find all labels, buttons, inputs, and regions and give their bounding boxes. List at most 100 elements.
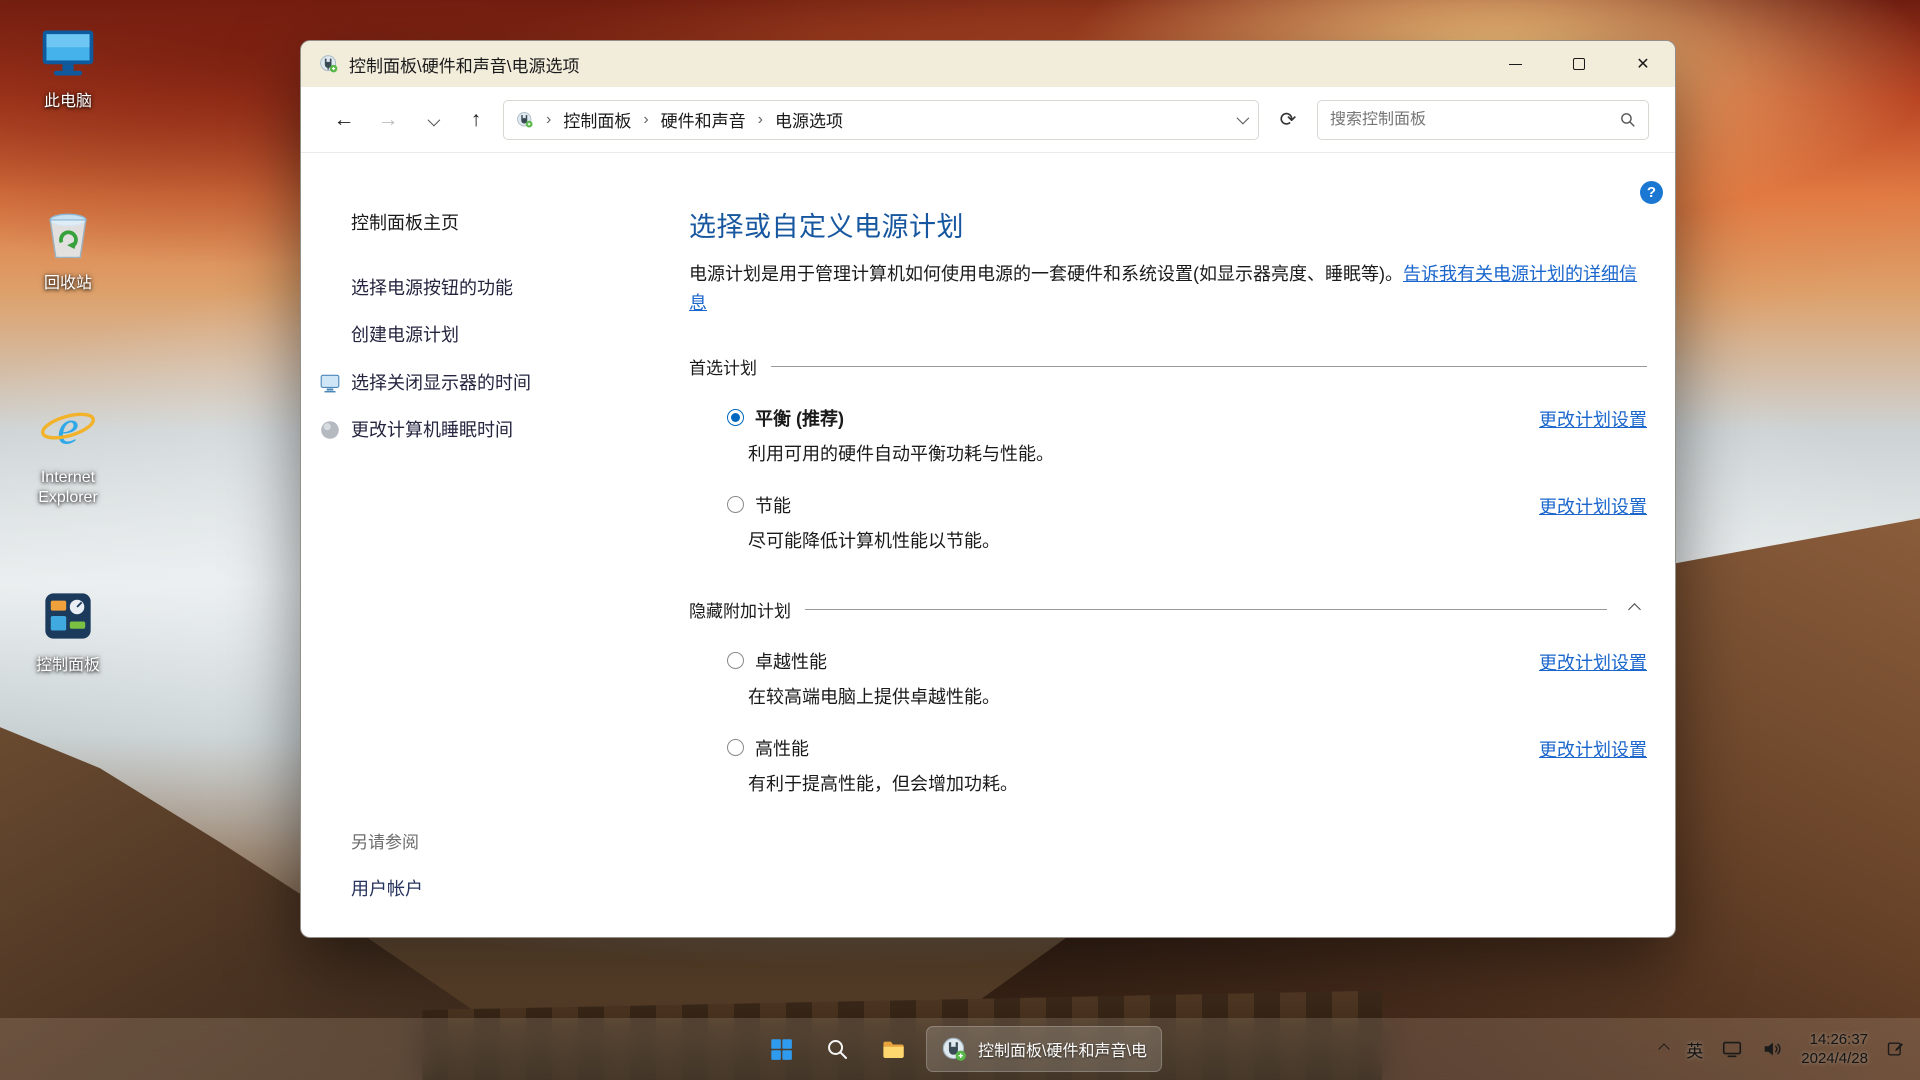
section-label: 隐藏附加计划 [689,597,791,622]
radio-ultimate-performance[interactable] [727,652,744,669]
power-options-icon [516,111,534,129]
control-panel-window: 控制面板\硬件和声音\电源选项 ✕ ← → ↑ › 控 [300,40,1676,938]
sidebar-item-sleep-time[interactable]: 更改计算机睡眠时间 [301,419,641,442]
see-also-heading: 另请参阅 [351,828,641,853]
taskbar: 控制面板\硬件和声音\电 英 14:26:37 2024/4/28 [0,1018,1920,1080]
plan-name[interactable]: 卓越性能 [755,648,827,674]
maximize-button[interactable] [1547,41,1611,87]
plan-name[interactable]: 节能 [755,492,791,518]
window-title: 控制面板\硬件和声音\电源选项 [349,52,579,77]
sidebar-item-create-plan[interactable]: 创建电源计划 [301,324,641,347]
internet-explorer-icon: e [34,394,102,462]
breadcrumb-separator: › [758,111,763,129]
change-plan-settings-link[interactable]: 更改计划设置 [1539,736,1647,762]
window-titlebar[interactable]: 控制面板\硬件和声音\电源选项 ✕ [301,41,1675,87]
maximize-icon [1573,58,1585,70]
folder-icon [880,1036,907,1063]
change-plan-settings-link[interactable]: 更改计划设置 [1539,493,1647,519]
svg-text:e: e [57,402,79,455]
intro-paragraph: 电源计划是用于管理计算机如何使用电源的一套硬件和系统设置(如显示器亮度、睡眠等)… [689,260,1647,318]
breadcrumb-item-control-panel[interactable]: 控制面板 [563,107,631,132]
help-button[interactable]: ? [1640,181,1663,204]
section-rule [771,366,1647,367]
chevron-up-icon [1628,603,1641,616]
desktop-icon-label: 控制面板 [36,656,100,676]
minimize-button[interactable] [1483,41,1547,87]
radio-power-saver[interactable] [727,496,744,513]
breadcrumb-separator: › [643,111,648,129]
search-box[interactable] [1317,100,1649,140]
sidebar-item-home[interactable]: 控制面板主页 [301,209,641,235]
plan-row-ultimate-performance: 卓越性能 在较高端电脑上提供卓越性能。 更改计划设置 [689,648,1647,709]
minimize-icon [1509,64,1522,65]
search-icon [825,1037,849,1061]
plan-description: 利用可用的硬件自动平衡功耗与性能。 [689,440,1539,466]
address-dropdown[interactable] [1237,111,1246,129]
volume-icon[interactable] [1761,1038,1783,1060]
desktop-icon-label: 此电脑 [44,92,92,112]
clock[interactable]: 14:26:37 2024/4/28 [1801,1030,1868,1069]
desktop-icon-control-panel[interactable]: 控制面板 [10,582,126,676]
sidebar-item-user-accounts[interactable]: 用户帐户 [351,875,641,901]
windows-logo-icon [768,1036,794,1062]
taskbar-app-label: 控制面板\硬件和声音\电 [978,1037,1147,1061]
forward-button[interactable]: → [371,108,405,132]
sidebar-item-label: 选择关闭显示器的时间 [351,373,531,393]
desktop-icon-label: 回收站 [44,274,92,294]
tray-overflow-button[interactable] [1660,1040,1668,1058]
radio-high-performance[interactable] [727,739,744,756]
navigation-bar: ← → ↑ › 控制面板 › 硬件和声音 › 电源选项 ⟳ [301,87,1675,153]
breadcrumb-item-hardware-and-sound[interactable]: 硬件和声音 [661,107,746,132]
breadcrumb-separator: › [546,111,551,129]
preferred-plans-section-header: 首选计划 [689,354,1647,379]
see-also-section: 另请参阅 用户帐户 [301,828,641,901]
network-icon[interactable] [1721,1038,1743,1060]
plan-description: 在较高端电脑上提供卓越性能。 [689,683,1539,709]
section-label: 首选计划 [689,354,757,379]
start-button[interactable] [758,1026,804,1072]
sidebar-item-label: 更改计算机睡眠时间 [351,420,513,440]
plan-name[interactable]: 平衡 (推荐) [755,405,844,431]
file-explorer-button[interactable] [870,1026,916,1072]
breadcrumb-item-power-options[interactable]: 电源选项 [775,107,843,132]
recent-pages-dropdown[interactable] [415,108,449,132]
collapse-section-button[interactable] [1621,605,1647,614]
section-rule [805,609,1607,610]
sidebar: 控制面板主页 选择电源按钮的功能 创建电源计划 选择关闭显示器的时间 [301,153,641,937]
this-pc-icon [34,18,102,86]
sidebar-item-power-buttons[interactable]: 选择电源按钮的功能 [301,277,641,300]
tray-date: 2024/4/28 [1801,1049,1868,1069]
plan-row-high-performance: 高性能 有利于提高性能，但会增加功耗。 更改计划设置 [689,735,1647,796]
ime-language-indicator[interactable]: 英 [1686,1037,1703,1062]
display-icon [319,372,341,394]
radio-balanced[interactable] [727,409,744,426]
main-content: ? 选择或自定义电源计划 电源计划是用于管理计算机如何使用电源的一套硬件和系统设… [641,153,1675,937]
pen-input-icon[interactable] [1886,1039,1906,1059]
change-plan-settings-link[interactable]: 更改计划设置 [1539,649,1647,675]
change-plan-settings-link[interactable]: 更改计划设置 [1539,406,1647,432]
taskbar-search-button[interactable] [814,1026,860,1072]
plan-row-balanced: 平衡 (推荐) 利用可用的硬件自动平衡功耗与性能。 更改计划设置 [689,405,1647,466]
back-button[interactable]: ← [327,108,361,132]
hidden-plans-section-header: 隐藏附加计划 [689,597,1647,622]
chevron-down-icon [1237,111,1250,124]
refresh-button[interactable]: ⟳ [1269,107,1307,132]
desktop: 此电脑 回收站 e Internet Explorer [0,0,1920,1080]
plan-name[interactable]: 高性能 [755,735,809,761]
chevron-up-icon [1659,1043,1670,1054]
search-icon[interactable] [1619,111,1636,128]
close-button[interactable]: ✕ [1611,41,1675,87]
intro-text: 电源计划是用于管理计算机如何使用电源的一套硬件和系统设置(如显示器亮度、睡眠等)… [689,264,1403,284]
sleep-sphere-icon [319,419,341,441]
up-button[interactable]: ↑ [459,108,493,132]
desktop-icon-internet-explorer[interactable]: e Internet Explorer [10,394,126,508]
desktop-icon-recycle-bin[interactable]: 回收站 [10,200,126,294]
power-options-icon [941,1036,968,1063]
desktop-icon-this-pc[interactable]: 此电脑 [10,18,126,112]
recycle-bin-icon [34,200,102,268]
taskbar-app-control-panel[interactable]: 控制面板\硬件和声音\电 [926,1026,1162,1072]
sidebar-item-display-off-time[interactable]: 选择关闭显示器的时间 [301,372,641,395]
search-input[interactable] [1330,111,1611,129]
breadcrumb[interactable]: › 控制面板 › 硬件和声音 › 电源选项 [503,100,1259,140]
tray-time: 14:26:37 [1801,1030,1868,1050]
